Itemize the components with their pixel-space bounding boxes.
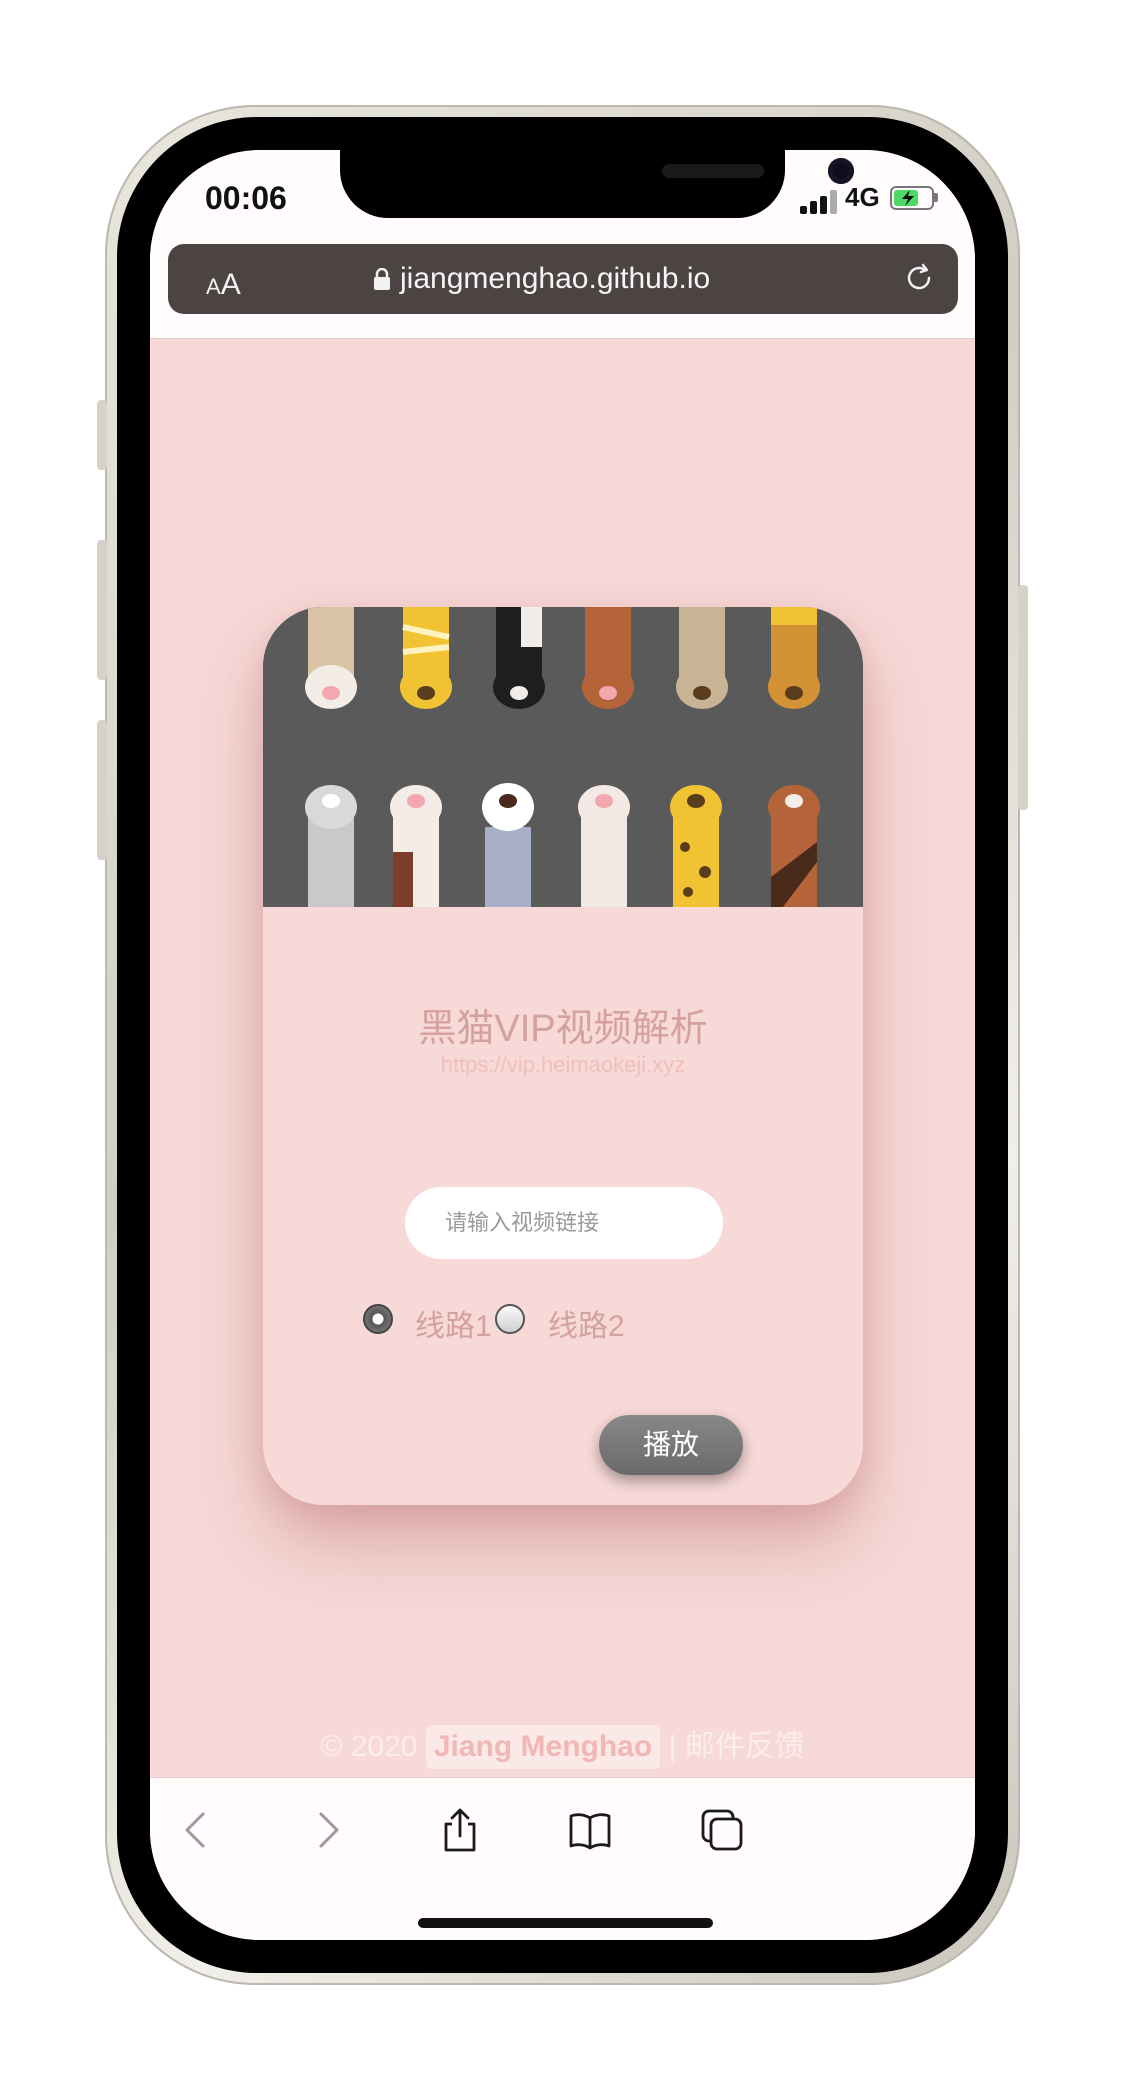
signal-strength-icon — [800, 190, 840, 214]
paw-10 — [578, 785, 630, 907]
paw-6 — [768, 607, 820, 709]
route-1-label[interactable]: 线路1 — [415, 1301, 492, 1345]
share-icon[interactable] — [438, 1808, 482, 1852]
battery-icon — [890, 186, 934, 210]
route-2-radio[interactable] — [495, 1304, 525, 1334]
paw-1 — [305, 607, 357, 709]
book-icon[interactable] — [568, 1808, 612, 1852]
player-card: 黑猫VIP视频解析 https://vip.heimaokeji.xyz 线路1… — [263, 607, 863, 1505]
text-size-button[interactable]: AA — [206, 268, 241, 302]
site-title: 黑猫VIP视频解析 — [418, 1008, 708, 1050]
paw-2 — [400, 607, 452, 709]
phone-screen: 00:06 4G AA jiangmenghao.github.io 黑猫VIP… — [150, 150, 975, 1940]
volume-up-button — [97, 540, 107, 680]
paw-11 — [670, 785, 722, 907]
reload-icon[interactable] — [903, 262, 935, 294]
chevron-right-icon[interactable] — [305, 1808, 349, 1852]
speaker — [662, 164, 764, 178]
footer: © 2020 Jiang Menghao | 邮件反馈 — [150, 1725, 975, 1769]
chevron-left-icon[interactable] — [175, 1808, 219, 1852]
site-url[interactable]: https://vip.heimaokeji.xyz — [263, 1052, 863, 1078]
paw-9 — [482, 783, 534, 907]
battery-cap — [934, 193, 938, 202]
paw-8 — [390, 785, 442, 907]
mute-switch — [97, 400, 107, 470]
power-button — [1018, 585, 1028, 810]
front-camera — [828, 158, 854, 184]
paw-3 — [493, 607, 545, 709]
feedback-link[interactable]: 邮件反馈 — [685, 1730, 805, 1763]
route-2-label[interactable]: 线路2 — [548, 1301, 625, 1345]
volume-down-button — [97, 720, 107, 860]
address-bar[interactable]: AA jiangmenghao.github.io — [168, 244, 958, 314]
home-indicator[interactable] — [418, 1918, 713, 1928]
browser-toolbar — [150, 1777, 975, 1940]
play-button[interactable]: 播放 — [599, 1415, 743, 1475]
paw-5 — [676, 607, 728, 709]
notch — [340, 150, 854, 218]
network-type: 4G — [845, 182, 880, 212]
route-1-radio[interactable] — [363, 1304, 393, 1334]
status-time: 00:06 — [205, 180, 287, 216]
url-text[interactable]: jiangmenghao.github.io — [400, 262, 710, 296]
paw-12 — [768, 785, 820, 907]
lock-icon — [374, 268, 390, 290]
cat-paws-illustration — [263, 607, 863, 907]
author-link[interactable]: Jiang Menghao — [425, 1725, 661, 1769]
tabs-icon[interactable] — [700, 1808, 744, 1852]
footer-separator: | — [668, 1730, 677, 1763]
copyright-text: © 2020 — [320, 1730, 418, 1763]
paw-7 — [305, 785, 357, 907]
video-link-input[interactable] — [405, 1187, 723, 1259]
paw-4 — [582, 607, 634, 709]
